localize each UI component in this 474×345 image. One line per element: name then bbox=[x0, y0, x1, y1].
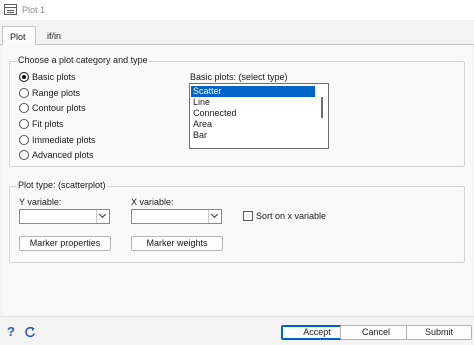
radio-label: Range plots bbox=[32, 87, 81, 98]
window-title: Plot 1 bbox=[22, 5, 46, 15]
plot-type-group bbox=[9, 186, 465, 263]
cancel-button[interactable]: Cancel bbox=[340, 325, 412, 340]
listbox-scrollbar[interactable] bbox=[321, 97, 323, 118]
radio-immediate-plots[interactable]: Immediate plots bbox=[19, 133, 96, 146]
radio-empty-icon bbox=[19, 134, 29, 145]
radio-contour-plots[interactable]: Contour plots bbox=[19, 101, 86, 114]
list-item-bar[interactable]: Bar bbox=[191, 130, 315, 141]
submit-button[interactable]: Submit bbox=[406, 325, 472, 340]
radio-advanced-plots[interactable]: Advanced plots bbox=[19, 148, 94, 161]
plot-category-group-label: Choose a plot category and type bbox=[17, 55, 149, 65]
radio-empty-icon bbox=[19, 87, 29, 98]
help-icon[interactable]: ? bbox=[5, 325, 17, 339]
refresh-icon-glyph bbox=[25, 326, 36, 338]
radio-label: Fit plots bbox=[32, 118, 64, 129]
y-variable-label: Y variable: bbox=[19, 197, 62, 207]
list-item-scatter[interactable]: Scatter bbox=[191, 86, 315, 97]
x-variable-combobox[interactable] bbox=[131, 209, 222, 224]
list-item-line[interactable]: Line bbox=[191, 97, 315, 108]
radio-label: Immediate plots bbox=[32, 134, 96, 145]
radio-range-plots[interactable]: Range plots bbox=[19, 86, 80, 99]
chevron-down-icon[interactable] bbox=[208, 210, 221, 223]
radio-label: Contour plots bbox=[32, 102, 86, 113]
radio-fit-plots[interactable]: Fit plots bbox=[19, 117, 64, 130]
list-item-connected[interactable]: Connected bbox=[191, 108, 315, 119]
marker-weights-button[interactable]: Marker weights bbox=[131, 236, 223, 251]
plot-type-group-label: Plot type: (scatterplot) bbox=[17, 180, 107, 190]
tab-bar: Plot if/in bbox=[0, 26, 474, 46]
radio-empty-icon bbox=[19, 102, 29, 113]
radio-basic-plots[interactable]: Basic plots bbox=[19, 70, 76, 83]
radio-selected-icon bbox=[19, 71, 29, 82]
marker-properties-button[interactable]: Marker properties bbox=[19, 236, 111, 251]
plot-type-listbox[interactable]: Scatter Line Connected Area Bar bbox=[189, 83, 329, 149]
chevron-down-icon[interactable] bbox=[96, 210, 109, 223]
radio-empty-icon bbox=[19, 118, 29, 129]
refresh-icon[interactable] bbox=[24, 325, 36, 339]
list-item-area[interactable]: Area bbox=[191, 119, 315, 130]
radio-label: Advanced plots bbox=[32, 149, 94, 160]
checkbox-empty-icon bbox=[243, 211, 253, 221]
plot-type-list-label: Basic plots: (select type) bbox=[190, 72, 288, 82]
radio-empty-icon bbox=[19, 149, 29, 160]
tab-if-in[interactable]: if/in bbox=[40, 26, 76, 45]
y-variable-combobox[interactable] bbox=[19, 209, 110, 224]
window-icon bbox=[4, 4, 17, 15]
tab-plot[interactable]: Plot bbox=[2, 26, 36, 46]
sort-on-x-checkbox[interactable]: Sort on x variable bbox=[243, 210, 326, 222]
title-bar: Plot 1 bbox=[0, 0, 474, 20]
x-variable-label: X variable: bbox=[131, 197, 174, 207]
checkbox-label: Sort on x variable bbox=[256, 211, 327, 221]
radio-label: Basic plots bbox=[32, 71, 76, 82]
